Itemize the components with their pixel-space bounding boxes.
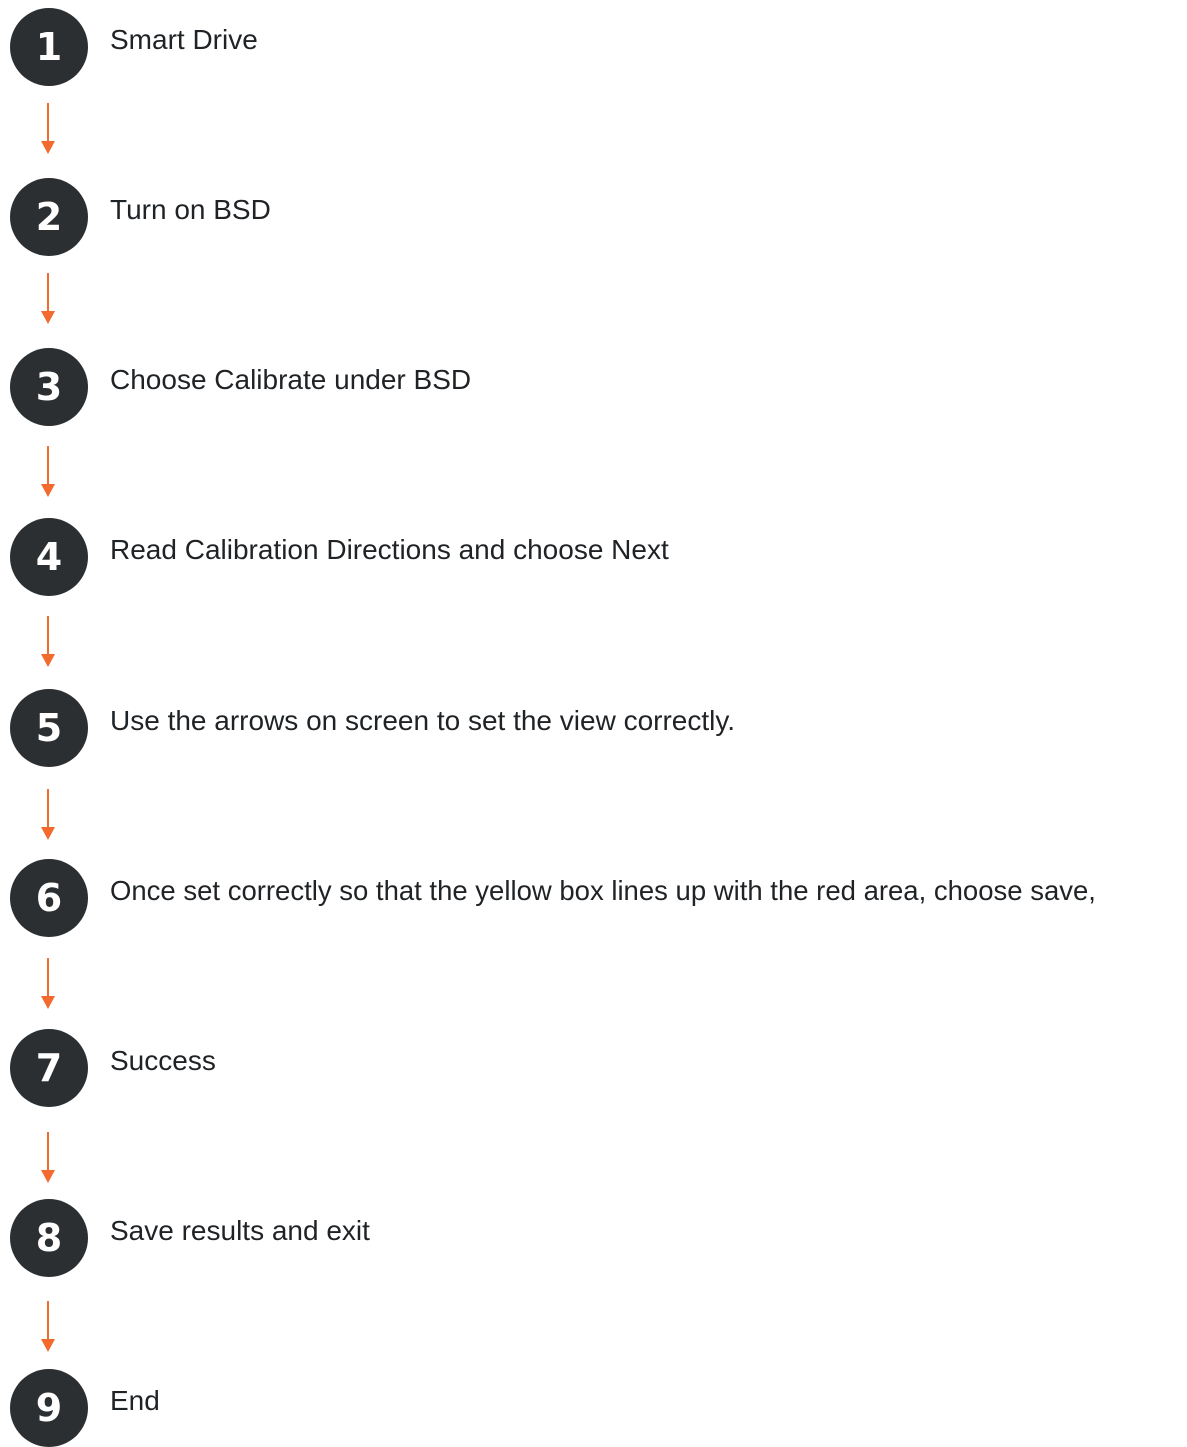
arrow-down-icon — [41, 789, 55, 841]
step-label: Use the arrows on screen to set the view… — [110, 705, 736, 736]
step-label: Turn on BSD — [110, 194, 271, 225]
arrow-down-icon — [41, 616, 55, 668]
step-9: 9 End — [10, 1369, 1187, 1447]
flowchart: 1 Smart Drive 2 Turn on BSD 3 Choose Cal… — [0, 0, 1187, 1447]
step-number-badge: 2 — [10, 178, 88, 256]
arrow-down-icon — [41, 1132, 55, 1184]
arrow-down-icon — [41, 273, 55, 325]
arrow-down-icon — [41, 1301, 55, 1353]
step-3: 3 Choose Calibrate under BSD — [10, 348, 1187, 426]
step-label: End — [110, 1385, 160, 1416]
step-number-badge: 3 — [10, 348, 88, 426]
step-7: 7 Success — [10, 1029, 1187, 1107]
arrow-down-icon — [41, 446, 55, 498]
step-number-badge: 1 — [10, 8, 88, 86]
step-label: Once set correctly so that the yellow bo… — [110, 875, 1096, 906]
step-1: 1 Smart Drive — [10, 8, 1187, 86]
step-label: Smart Drive — [110, 24, 258, 55]
step-2: 2 Turn on BSD — [10, 178, 1187, 256]
step-6: 6 Once set correctly so that the yellow … — [10, 859, 1187, 937]
step-5: 5 Use the arrows on screen to set the vi… — [10, 689, 1187, 767]
step-label: Save results and exit — [110, 1215, 370, 1246]
arrow-down-icon — [41, 958, 55, 1010]
step-label: Read Calibration Directions and choose N… — [110, 534, 669, 565]
step-number-badge: 4 — [10, 518, 88, 596]
arrow-down-icon — [41, 103, 55, 155]
step-label: Choose Calibrate under BSD — [110, 364, 472, 395]
step-label: Success — [110, 1045, 216, 1076]
step-number-badge: 9 — [10, 1369, 88, 1447]
step-4: 4 Read Calibration Directions and choose… — [10, 518, 1187, 596]
step-number-badge: 6 — [10, 859, 88, 937]
step-number-badge: 5 — [10, 689, 88, 767]
step-8: 8 Save results and exit — [10, 1199, 1187, 1277]
step-number-badge: 7 — [10, 1029, 88, 1107]
step-number-badge: 8 — [10, 1199, 88, 1277]
